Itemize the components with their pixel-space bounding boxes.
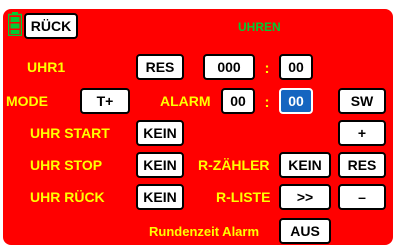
start-label: UHR START	[30, 125, 110, 141]
stop-switch-button[interactable]: KEIN	[136, 152, 184, 178]
clock1-value-field[interactable]: 000	[203, 54, 255, 80]
alarm-minutes-field[interactable]: 00	[221, 88, 255, 114]
clock1-reset-button[interactable]: RES	[136, 54, 184, 80]
back-button[interactable]: RÜCK	[24, 13, 78, 39]
minus-button[interactable]: –	[338, 184, 386, 210]
lap-alarm-label: Rundenzeit Alarm	[149, 223, 260, 239]
mode-label: MODE	[6, 93, 48, 109]
clock1-seconds-field[interactable]: 00	[279, 54, 313, 80]
page-title: UHREN	[238, 20, 281, 34]
start-switch-button[interactable]: KEIN	[136, 120, 184, 146]
switch-header-button[interactable]: SW	[338, 88, 386, 114]
lap-list-button[interactable]: >>	[279, 184, 331, 210]
lap-counter-reset-button[interactable]: RES	[338, 152, 386, 178]
clock1-separator: :	[264, 59, 270, 77]
lap-counter-label: R-ZÄHLER	[198, 157, 270, 173]
clock1-label: UHR1	[27, 59, 66, 75]
mode-value-button[interactable]: T+	[80, 88, 130, 114]
alarm-separator: :	[264, 93, 270, 111]
battery-icon	[8, 12, 22, 36]
lap-list-label: R-LISTE	[216, 189, 271, 205]
alarm-seconds-field[interactable]: 00	[279, 88, 313, 114]
lap-counter-switch-button[interactable]: KEIN	[279, 152, 331, 178]
back-switch-label: UHR RÜCK	[30, 189, 105, 205]
back-switch-button[interactable]: KEIN	[136, 184, 184, 210]
stop-label: UHR STOP	[30, 157, 103, 173]
plus-button[interactable]: +	[338, 120, 386, 146]
screen: RÜCK UHREN UHR1 RES 000 : 00 MODE T+ ALA…	[3, 9, 393, 245]
lap-alarm-button[interactable]: AUS	[279, 218, 331, 244]
alarm-label: ALARM	[160, 93, 211, 109]
